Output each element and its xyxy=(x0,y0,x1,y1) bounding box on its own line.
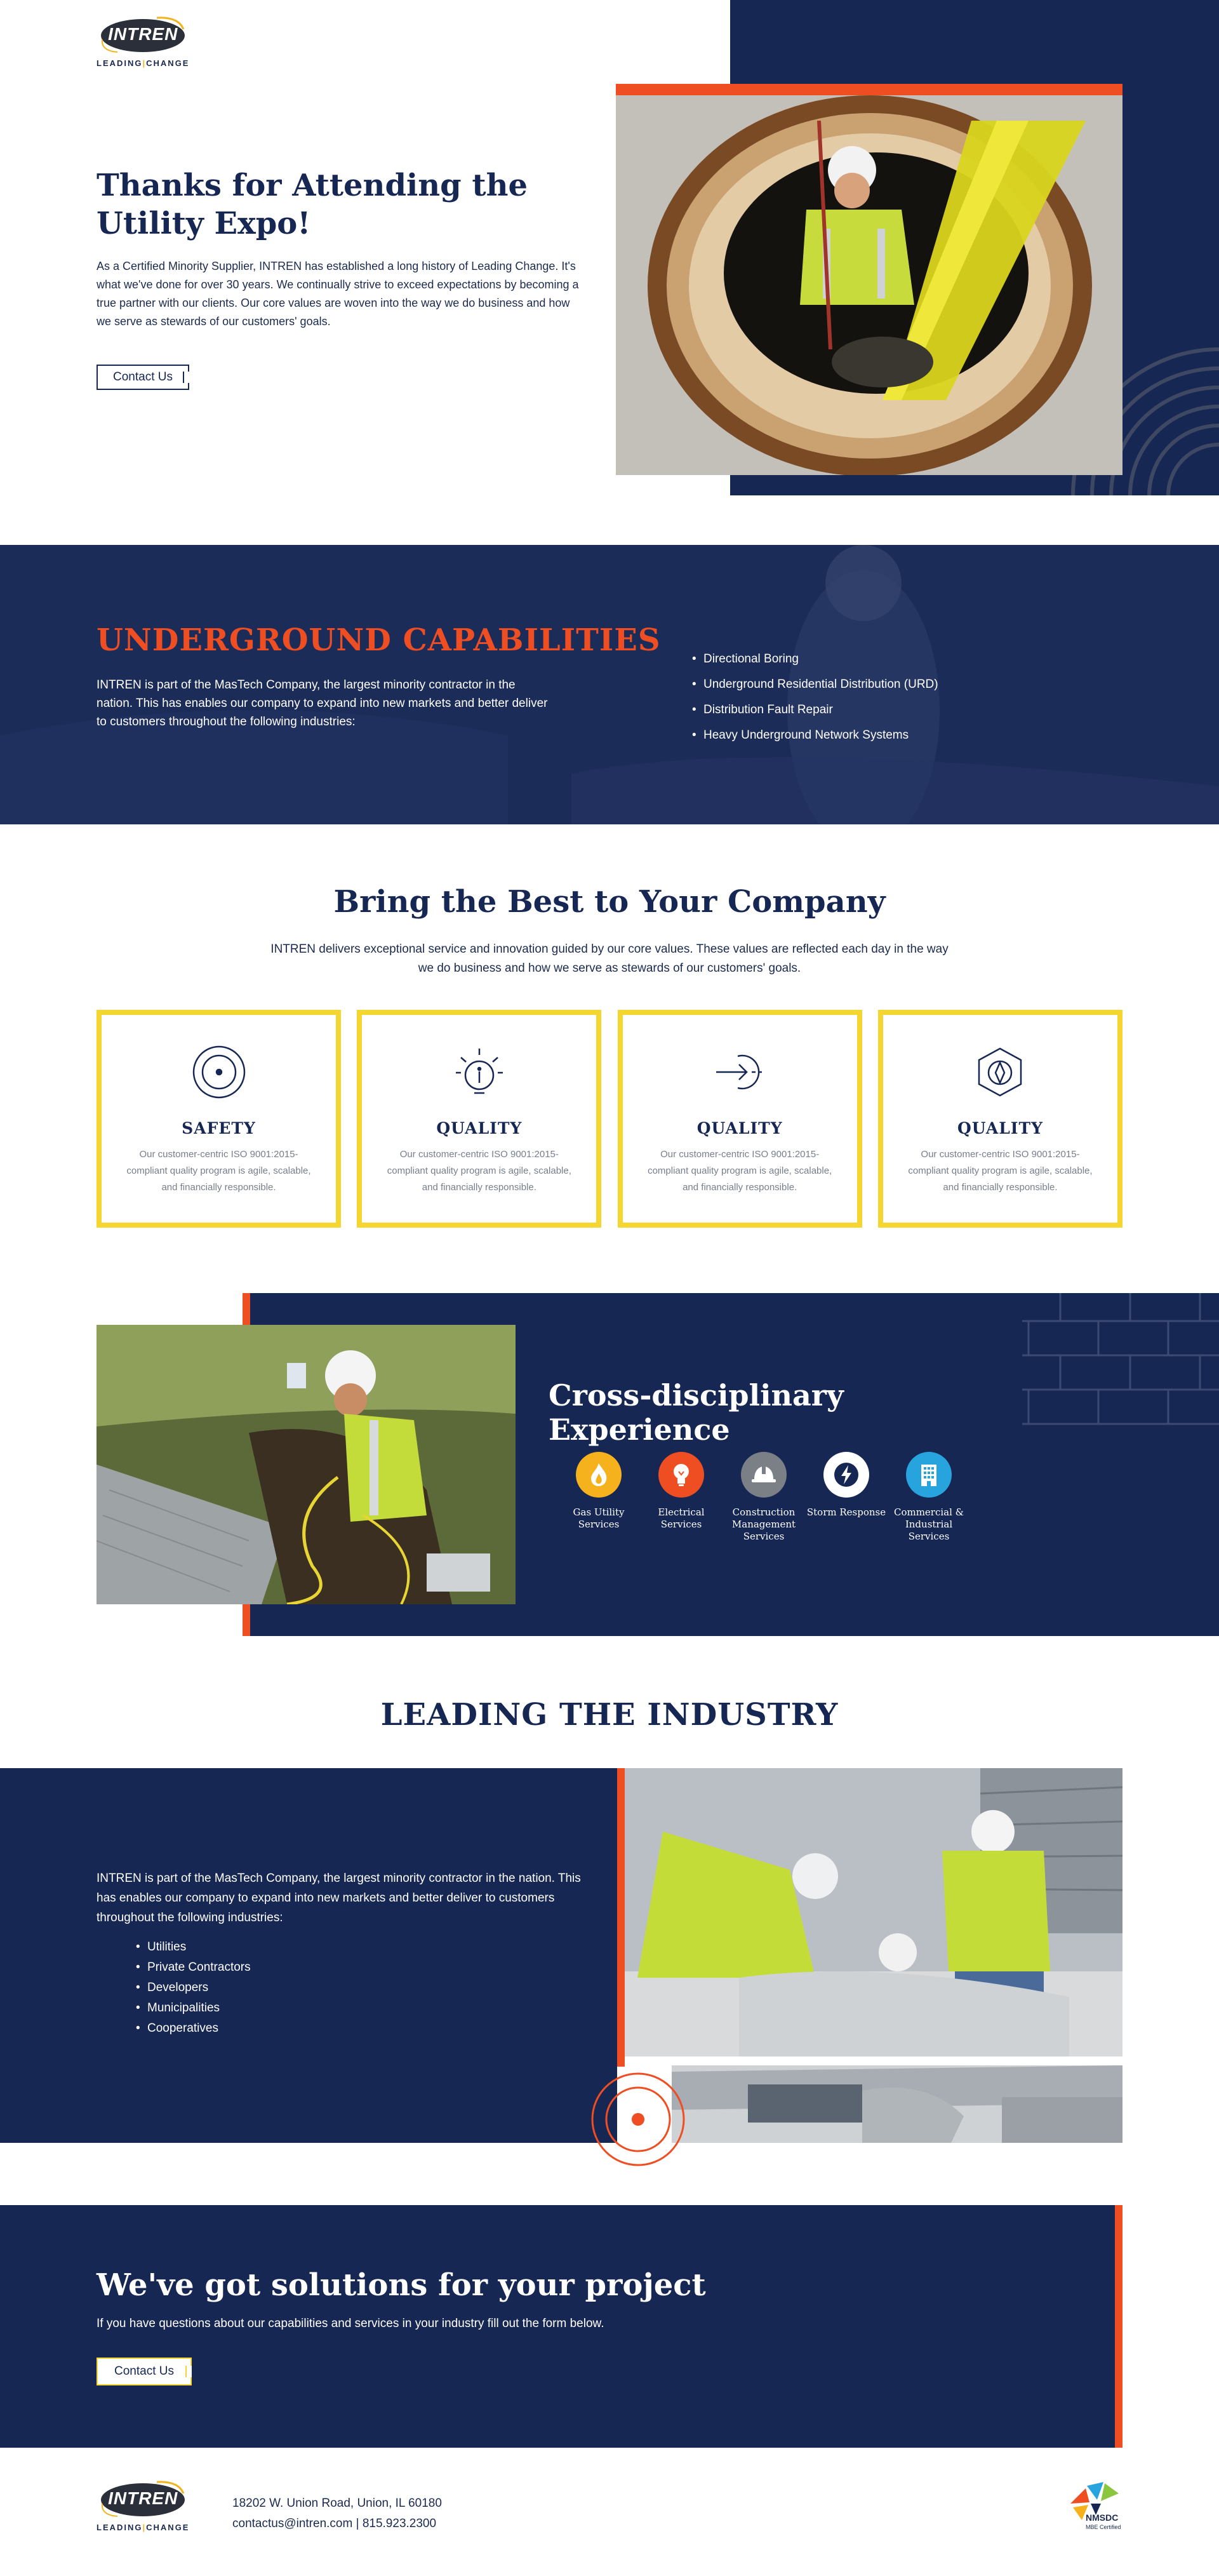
card-text: Our customer-centric ISO 9001:2015-compl… xyxy=(648,1149,832,1193)
hexagon-compass-icon xyxy=(969,1042,1030,1103)
list-item: Private Contractors xyxy=(136,1957,251,1978)
footer-email-link[interactable]: contactus@intren.com xyxy=(232,2517,352,2530)
cross-worker-photo xyxy=(97,1325,516,1604)
hero-description: As a Certified Minority Supplier, INTREN… xyxy=(97,260,579,328)
hero-contact-button[interactable]: Contact Us xyxy=(97,365,189,390)
logo-tagline: LEADING|CHANGE xyxy=(97,2523,190,2532)
nmsdc-badge-subtitle: MBE Certified xyxy=(1086,2524,1121,2530)
list-item: Underground Residential Distribution (UR… xyxy=(692,672,938,697)
hero-title: Thanks for Attending the Utility Expo! xyxy=(97,168,528,241)
cross-title: Cross-disciplinary Experience xyxy=(549,1378,844,1447)
card-text: Our customer-centric ISO 9001:2015-compl… xyxy=(126,1149,311,1193)
leading-accent-bar xyxy=(617,1768,625,2067)
list-item: Directional Boring xyxy=(692,647,938,672)
service-label: Construction Management Services xyxy=(731,1506,796,1542)
flame-icon xyxy=(576,1452,622,1498)
service-construction-management[interactable]: Construction Management Services xyxy=(723,1452,805,1543)
card-title: QUALITY xyxy=(957,1119,1043,1137)
nmsdc-badge-name: NMSDC xyxy=(1086,2512,1119,2523)
list-item: Developers xyxy=(136,1978,251,1998)
services-list: Gas Utility Services Electrical Services… xyxy=(557,1452,970,1543)
page: INTREN LEADING|CHANGE Thanks for Attendi… xyxy=(0,0,1219,2576)
solutions-description: If you have questions about our capabili… xyxy=(97,2317,604,2330)
service-label: Storm Response xyxy=(806,1506,886,1518)
lightning-icon xyxy=(823,1452,869,1498)
list-item: Distribution Fault Repair xyxy=(692,697,938,723)
hardhat-icon xyxy=(741,1452,787,1498)
value-card: SAFETY Our customer-centric ISO 9001:201… xyxy=(97,1010,341,1228)
solutions-contact-label: Contact Us xyxy=(114,2365,174,2378)
card-title: SAFETY xyxy=(182,1119,256,1137)
header-logo[interactable]: INTREN LEADING|CHANGE xyxy=(97,14,189,68)
bulb-icon xyxy=(658,1452,704,1498)
card-text: Our customer-centric ISO 9001:2015-compl… xyxy=(387,1149,571,1193)
footer-contact: 18202 W. Union Road, Union, IL 60180 con… xyxy=(232,2493,442,2534)
service-storm-response[interactable]: Storm Response xyxy=(805,1452,888,1543)
list-item: Cooperatives xyxy=(136,2018,251,2039)
value-card: QUALITY Our customer-centric ISO 9001:20… xyxy=(357,1010,602,1228)
service-gas-utility[interactable]: Gas Utility Services xyxy=(557,1452,640,1543)
value-card: QUALITY Our customer-centric ISO 9001:20… xyxy=(877,1010,1122,1228)
solutions-title: We've got solutions for your project xyxy=(97,2267,706,2303)
building-icon xyxy=(906,1452,952,1498)
leading-list: Utilities Private Contractors Developers… xyxy=(136,1937,251,2039)
logo-tagline: LEADING|CHANGE xyxy=(97,58,190,68)
logo-wordmark: INTREN xyxy=(108,2488,178,2508)
service-electrical[interactable]: Electrical Services xyxy=(640,1452,723,1543)
solutions-contact-button[interactable]: Contact Us xyxy=(97,2358,192,2385)
leading-workers-photo xyxy=(625,1768,1122,2056)
best-subtitle: INTREN delivers exceptional service and … xyxy=(270,943,949,975)
value-card: QUALITY Our customer-centric ISO 9001:20… xyxy=(617,1010,862,1228)
list-item: Municipalities xyxy=(136,1998,251,2018)
underground-section: UNDERGROUND CAPABILITIES INTREN is part … xyxy=(0,545,1219,824)
footer-address: 18202 W. Union Road, Union, IL 60180 xyxy=(232,2497,442,2510)
best-title: Bring the Best to Your Company xyxy=(333,884,886,920)
values-cards: SAFETY Our customer-centric ISO 9001:201… xyxy=(97,1010,1122,1228)
hero-accent-bar xyxy=(616,84,1122,97)
card-title: QUALITY xyxy=(436,1119,523,1137)
leading-title: LEADING THE INDUSTRY xyxy=(380,1697,839,1733)
footer-separator: | xyxy=(352,2517,363,2530)
leading-description: INTREN is part of the MasTech Company, t… xyxy=(97,1872,581,1924)
brick-pattern-decoration xyxy=(1022,1293,1219,1425)
lightbulb-icon xyxy=(449,1042,510,1103)
card-title: QUALITY xyxy=(696,1119,783,1137)
service-label: Electrical Services xyxy=(658,1506,705,1530)
arrow-in-icon xyxy=(709,1042,770,1103)
service-commercial-industrial[interactable]: Commercial & Industrial Services xyxy=(888,1452,970,1543)
list-item: Heavy Underground Network Systems xyxy=(692,723,938,748)
hero-manhole-photo xyxy=(616,95,1122,475)
underground-description: INTREN is part of the MasTech Company, t… xyxy=(97,678,548,728)
solutions-accent-bar xyxy=(1115,2205,1122,2448)
list-item: Utilities xyxy=(136,1937,251,1957)
leading-equipment-photo xyxy=(672,2065,1122,2143)
target-icon xyxy=(189,1042,250,1103)
service-label: Gas Utility Services xyxy=(573,1506,625,1530)
logo-wordmark: INTREN xyxy=(108,24,178,44)
underground-list: Directional Boring Underground Residenti… xyxy=(692,647,938,748)
footer-phone-link[interactable]: 815.923.2300 xyxy=(363,2517,436,2530)
service-label: Commercial & Industrial Services xyxy=(893,1506,964,1542)
footer-logo[interactable]: INTREN LEADING|CHANGE xyxy=(97,2478,189,2532)
leading-navy-panel xyxy=(0,1768,617,2143)
target-decoration-icon xyxy=(591,2072,685,2166)
hero-contact-label: Contact Us xyxy=(113,370,173,384)
card-text: Our customer-centric ISO 9001:2015-compl… xyxy=(908,1149,1093,1193)
underground-title: UNDERGROUND CAPABILITIES xyxy=(97,622,661,658)
